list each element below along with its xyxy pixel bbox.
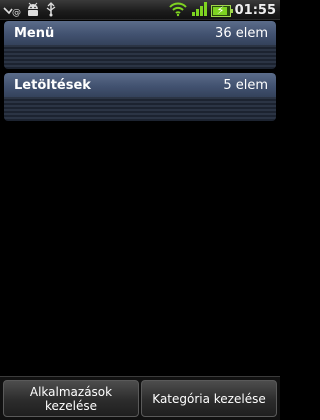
battery-charging-icon: ⚡ (210, 4, 233, 17)
system-icons: ⚡ 01:55 (168, 1, 276, 21)
category-list: Menü 36 elem Letöltések 5 elem (4, 21, 276, 125)
usb-icon (45, 2, 57, 21)
android-debug-icon (26, 2, 40, 21)
category-title: Letöltések (14, 77, 91, 93)
svg-text:@: @ (12, 8, 21, 17)
bottom-button-bar: Alkalmazások kezelése Kategória kezelése (0, 376, 280, 420)
status-bar: @ ⚡ 01:55 (0, 0, 280, 20)
manage-apps-button[interactable]: Alkalmazások kezelése (3, 380, 139, 417)
missed-call-icon: @ (3, 2, 21, 21)
category-row-downloads[interactable]: Letöltések 5 elem (4, 73, 276, 121)
category-title: Menü (14, 25, 55, 41)
category-row-menu[interactable]: Menü 36 elem (4, 21, 276, 69)
category-item-count: 5 elem (223, 77, 268, 93)
clock: 01:55 (234, 3, 276, 18)
signal-icon (191, 1, 207, 21)
wifi-icon (168, 1, 187, 21)
category-item-count: 36 elem (215, 25, 268, 41)
manage-category-button[interactable]: Kategória kezelése (141, 380, 277, 417)
category-header: Menü 36 elem (4, 21, 276, 45)
category-drop-area (4, 45, 276, 69)
category-header: Letöltések 5 elem (4, 73, 276, 97)
notification-icons: @ (3, 2, 57, 21)
category-drop-area (4, 97, 276, 121)
